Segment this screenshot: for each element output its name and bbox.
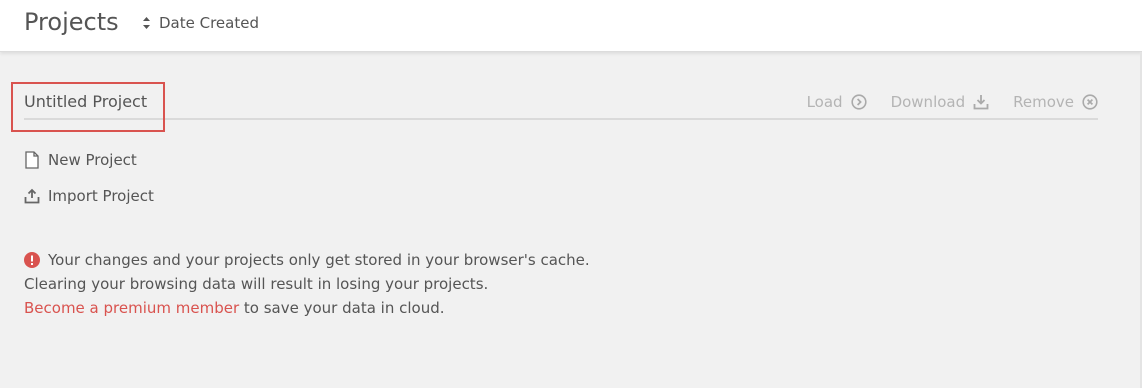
page-title: Projects	[24, 8, 119, 36]
load-label: Load	[806, 93, 843, 111]
alert-icon	[24, 252, 40, 268]
warning-line-1: Your changes and your projects only get …	[24, 248, 724, 272]
download-tray-icon	[973, 95, 989, 110]
remove-label: Remove	[1013, 93, 1074, 111]
sort-label: Date Created	[159, 14, 259, 32]
cache-warning: Your changes and your projects only get …	[24, 248, 724, 320]
circle-chevron-right-icon	[850, 94, 867, 110]
import-project-button[interactable]: Import Project	[24, 187, 154, 205]
sort-updown-icon	[143, 17, 150, 29]
warning-line-3: Become a premium member to save your dat…	[24, 296, 724, 320]
import-tray-icon	[24, 188, 40, 204]
project-actions: Load Download Remove	[807, 93, 1098, 111]
premium-member-link[interactable]: Become a premium member	[24, 299, 239, 317]
download-button[interactable]: Download	[891, 93, 990, 111]
new-file-icon	[25, 151, 39, 169]
import-project-label: Import Project	[48, 187, 154, 205]
sort-dropdown[interactable]: Date Created	[142, 14, 259, 32]
project-name[interactable]: Untitled Project	[24, 92, 147, 111]
circle-x-icon	[1082, 94, 1098, 110]
new-project-label: New Project	[48, 151, 137, 169]
remove-button[interactable]: Remove	[1013, 93, 1098, 111]
load-button[interactable]: Load	[807, 93, 867, 111]
top-bar: Projects Date Created	[0, 0, 1142, 52]
project-row: Untitled Project Load Download Remove	[24, 90, 1098, 120]
new-project-button[interactable]: New Project	[24, 151, 137, 169]
download-label: Download	[890, 93, 966, 111]
warning-text-3: to save your data in cloud.	[239, 299, 445, 317]
warning-text-1: Your changes and your projects only get …	[48, 251, 590, 269]
warning-text-2: Clearing your browsing data will result …	[24, 275, 489, 293]
